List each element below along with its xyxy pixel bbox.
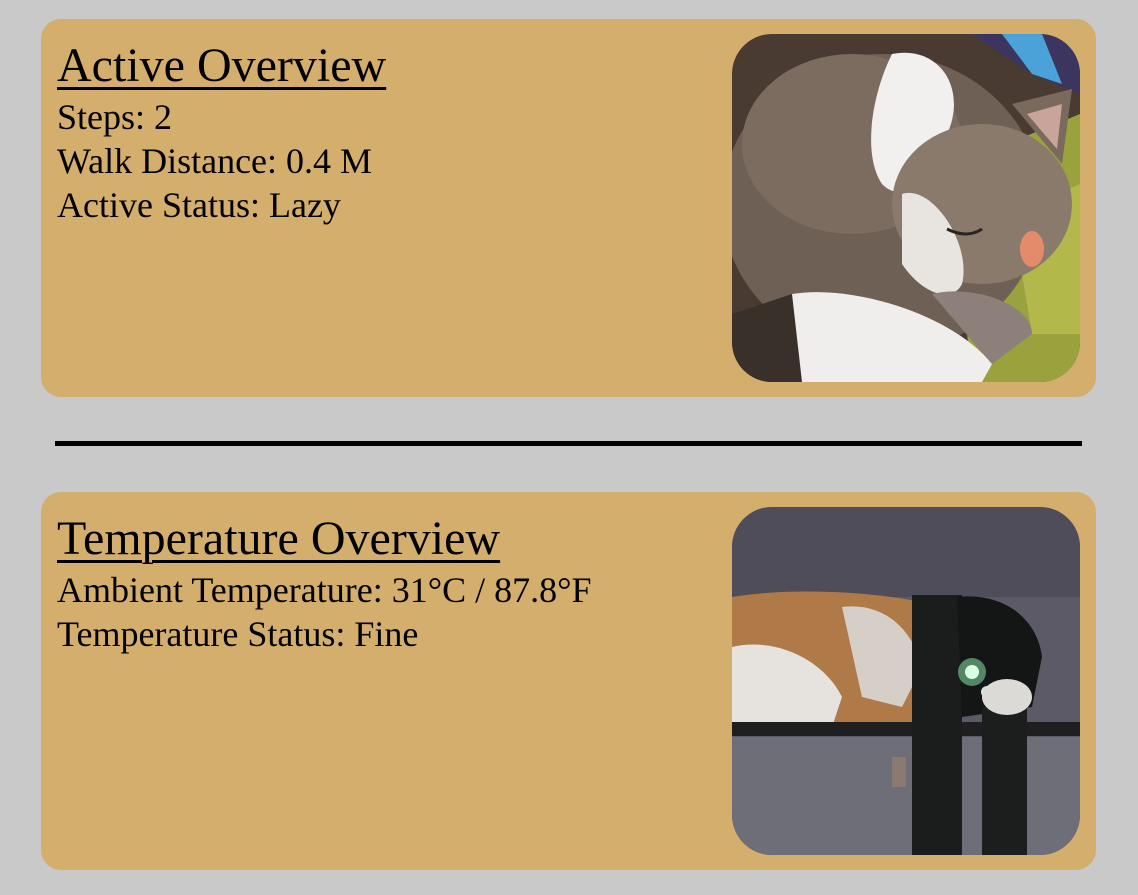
temperature-overview-text: Temperature Overview Ambient Temperature… <box>57 510 592 656</box>
steps-stat: Steps: 2 <box>57 97 173 137</box>
active-overview-card: Active Overview Steps: 2 Walk Distance: … <box>41 19 1096 397</box>
section-divider <box>55 441 1082 446</box>
walk-distance-stat: Walk Distance: 0.4 M <box>57 141 373 181</box>
cat-on-shelf-photo <box>732 507 1080 855</box>
active-overview-title: Active Overview <box>57 39 387 92</box>
sleeping-cat-photo <box>732 34 1080 382</box>
ambient-temperature-stat: Ambient Temperature: 31°C / 87.8°F <box>57 570 592 610</box>
temperature-status-stat: Temperature Status: Fine <box>57 614 419 654</box>
active-status-stat: Active Status: Lazy <box>57 185 341 225</box>
active-overview-text: Active Overview Steps: 2 Walk Distance: … <box>57 37 386 227</box>
temperature-overview-card: Temperature Overview Ambient Temperature… <box>41 492 1096 870</box>
temperature-overview-title: Temperature Overview <box>57 512 501 565</box>
